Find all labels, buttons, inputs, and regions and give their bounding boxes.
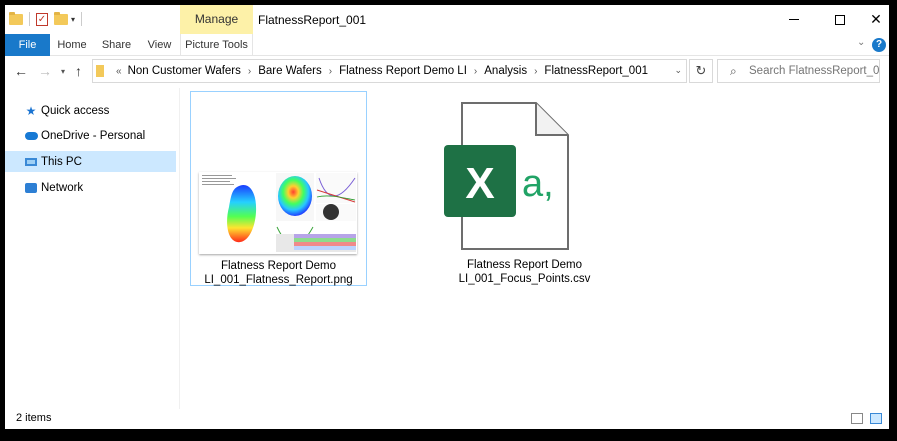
- large-icons-view-icon[interactable]: [870, 413, 882, 424]
- csv-glyph: a,: [522, 163, 554, 205]
- customize-toolbar-icon[interactable]: ▾: [71, 15, 75, 24]
- item-count: 2 items: [16, 412, 52, 424]
- minimize-button[interactable]: [771, 5, 817, 34]
- nav-item-quick-access[interactable]: ★ Quick access: [5, 100, 176, 121]
- quick-access-toolbar: ✓ ▾: [9, 11, 85, 27]
- file-name-line: LI_001_Flatness_Report.png: [204, 274, 353, 286]
- back-arrow-icon[interactable]: ←: [14, 63, 28, 79]
- file-name: Flatness Report Demo LI_001_Focus_Points…: [436, 258, 613, 286]
- toolbar-divider: [81, 12, 83, 26]
- tab-share[interactable]: Share: [94, 34, 139, 56]
- file-name-line: Flatness Report Demo: [466, 259, 583, 271]
- excel-x-glyph: X: [465, 159, 494, 208]
- file-name-line: LI_001_Focus_Points.csv: [458, 273, 591, 285]
- breadcrumb-item[interactable]: FlatnessReport_001: [544, 65, 648, 77]
- navigation-bar: ← → ▾ ↑ « Non Customer Wafers › Bare Waf…: [5, 56, 889, 88]
- expand-ribbon-icon[interactable]: ⌄: [857, 37, 865, 48]
- up-arrow-icon[interactable]: ↑: [75, 63, 82, 79]
- folder-icon: [96, 65, 104, 77]
- nav-item-this-pc[interactable]: This PC: [5, 151, 176, 172]
- file-name-line: Flatness Report Demo: [220, 260, 337, 272]
- network-icon: [24, 181, 38, 195]
- maximize-icon: [835, 14, 845, 25]
- recent-locations-icon[interactable]: ▾: [61, 67, 65, 76]
- address-bar[interactable]: « Non Customer Wafers › Bare Wafers › Fl…: [92, 59, 687, 83]
- ribbon-tabs: File Home Share View Picture Tools ⌄ ?: [5, 34, 889, 56]
- breadcrumb-item[interactable]: Flatness Report Demo LI: [339, 65, 467, 77]
- breadcrumb-item[interactable]: Non Customer Wafers: [128, 65, 241, 77]
- tab-home[interactable]: Home: [50, 34, 94, 56]
- folder-icon[interactable]: [9, 11, 23, 25]
- excel-csv-file-icon: X a,: [444, 102, 569, 250]
- new-folder-icon[interactable]: [54, 11, 68, 25]
- file-list: Flatness Report Demo LI_001_Flatness_Rep…: [181, 88, 889, 409]
- tab-file[interactable]: File: [5, 34, 50, 56]
- status-bar: 2 items: [5, 409, 889, 429]
- refresh-icon: ↻: [695, 63, 707, 78]
- star-icon: ★: [25, 103, 37, 118]
- breadcrumb: « Non Customer Wafers › Bare Wafers › Fl…: [116, 65, 648, 77]
- details-view-icon[interactable]: [851, 413, 863, 424]
- title-bar: ✓ ▾ Manage FlatnessReport_001 ✕: [5, 5, 889, 34]
- search-box[interactable]: ⌕: [717, 59, 880, 83]
- explorer-window: ✓ ▾ Manage FlatnessReport_001 ✕ File Hom…: [5, 5, 889, 429]
- toolbar-divider: [29, 12, 30, 26]
- nav-item-label: OneDrive - Personal: [41, 129, 146, 142]
- file-item-png[interactable]: Flatness Report Demo LI_001_Flatness_Rep…: [190, 91, 367, 286]
- nav-item-label: Quick access: [41, 104, 110, 117]
- close-icon: ✕: [870, 11, 882, 27]
- navigation-pane: ★ Quick access OneDrive - Personal This …: [5, 88, 180, 409]
- chevron-right-icon[interactable]: ›: [329, 66, 332, 77]
- properties-icon[interactable]: ✓: [36, 12, 48, 26]
- flatness-report-thumbnail: [199, 172, 357, 254]
- refresh-button[interactable]: ↻: [689, 59, 713, 83]
- chevron-right-icon[interactable]: ›: [474, 66, 477, 77]
- breadcrumb-overflow[interactable]: «: [116, 66, 122, 77]
- search-input[interactable]: [749, 65, 879, 77]
- breadcrumb-item[interactable]: Bare Wafers: [258, 65, 321, 77]
- maximize-button[interactable]: [817, 5, 863, 34]
- window-title: FlatnessReport_001: [258, 13, 367, 27]
- nav-item-onedrive[interactable]: OneDrive - Personal: [5, 125, 176, 146]
- search-icon: ⌕: [730, 63, 737, 78]
- forward-arrow-icon[interactable]: →: [38, 63, 52, 79]
- computer-icon: [24, 155, 38, 169]
- chevron-right-icon[interactable]: ›: [248, 66, 251, 77]
- cloud-icon: [24, 129, 38, 143]
- file-item-csv[interactable]: X a, Flatness Report Demo LI_001_Focus_P…: [436, 91, 613, 286]
- file-name: Flatness Report Demo LI_001_Flatness_Rep…: [191, 259, 366, 287]
- close-button[interactable]: ✕: [863, 5, 889, 34]
- image-thumbnail: [199, 172, 357, 254]
- chevron-right-icon[interactable]: ›: [534, 66, 537, 77]
- minimize-icon: [789, 19, 799, 20]
- chevron-down-icon[interactable]: ⌄: [674, 65, 682, 76]
- manage-context-tab[interactable]: Manage: [180, 5, 253, 34]
- help-icon[interactable]: ?: [872, 38, 886, 52]
- tab-picture-tools[interactable]: Picture Tools: [180, 34, 253, 56]
- nav-item-label: Network: [41, 181, 84, 194]
- breadcrumb-item[interactable]: Analysis: [484, 65, 527, 77]
- tab-view[interactable]: View: [139, 34, 180, 56]
- nav-item-network[interactable]: Network: [5, 177, 176, 198]
- nav-item-label: This PC: [41, 155, 82, 168]
